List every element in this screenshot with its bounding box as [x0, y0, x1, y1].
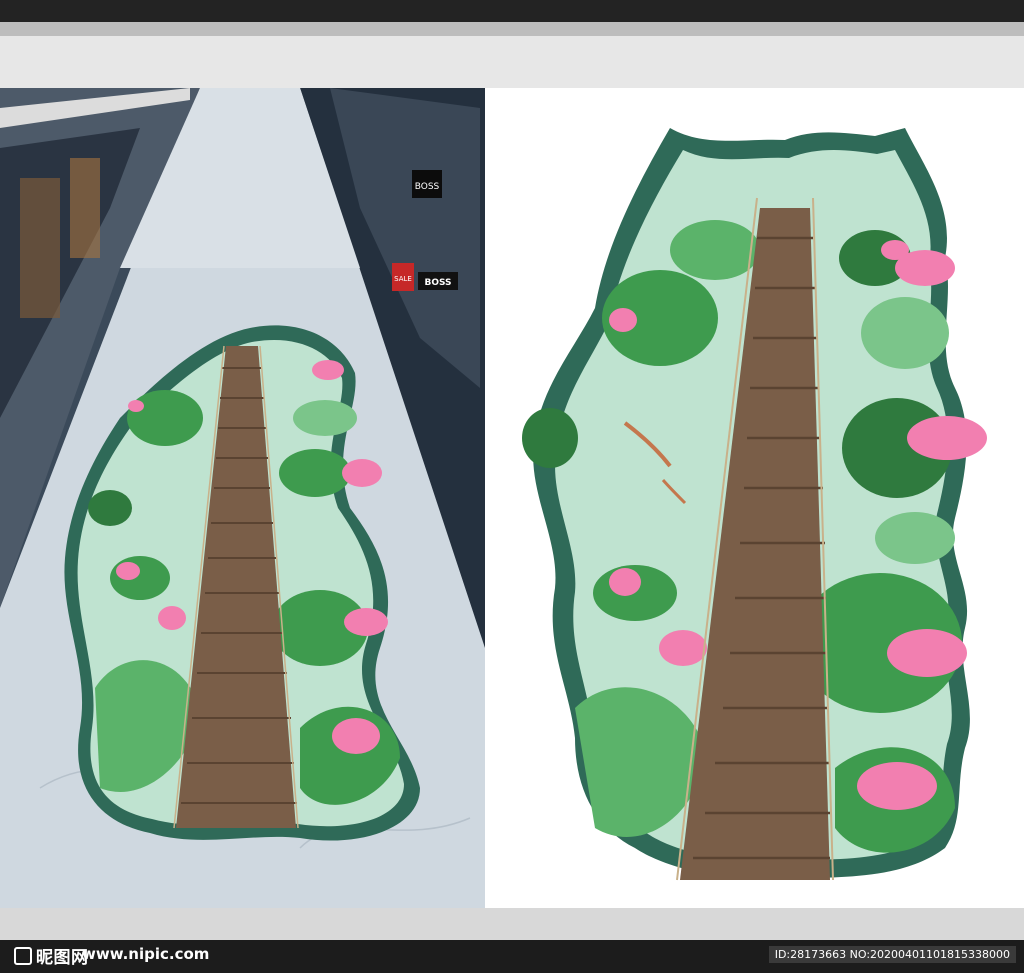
toolbar-divider — [0, 22, 1024, 36]
floor-design-artwork — [485, 88, 1024, 908]
top-toolbar — [0, 0, 1024, 22]
boss-sign-main: BOSS — [415, 182, 440, 192]
logo-text: 昵图网 — [36, 948, 89, 968]
nipic-logo: 昵图网 — [14, 943, 89, 968]
nipic-logo-icon — [14, 947, 32, 965]
site-url: www.nipic.com — [82, 945, 210, 963]
boss-sign-small: BOSS — [424, 278, 451, 288]
sale-sign: SALE — [394, 275, 412, 283]
mall-corridor-image: BOSS SALE BOSS — [0, 88, 485, 908]
lotus-pond-artwork — [485, 88, 1024, 908]
mall-corridor-preview: BOSS SALE BOSS — [0, 88, 485, 908]
image-id-label: ID:28173663 NO:20200401101815338000 — [768, 946, 1016, 963]
